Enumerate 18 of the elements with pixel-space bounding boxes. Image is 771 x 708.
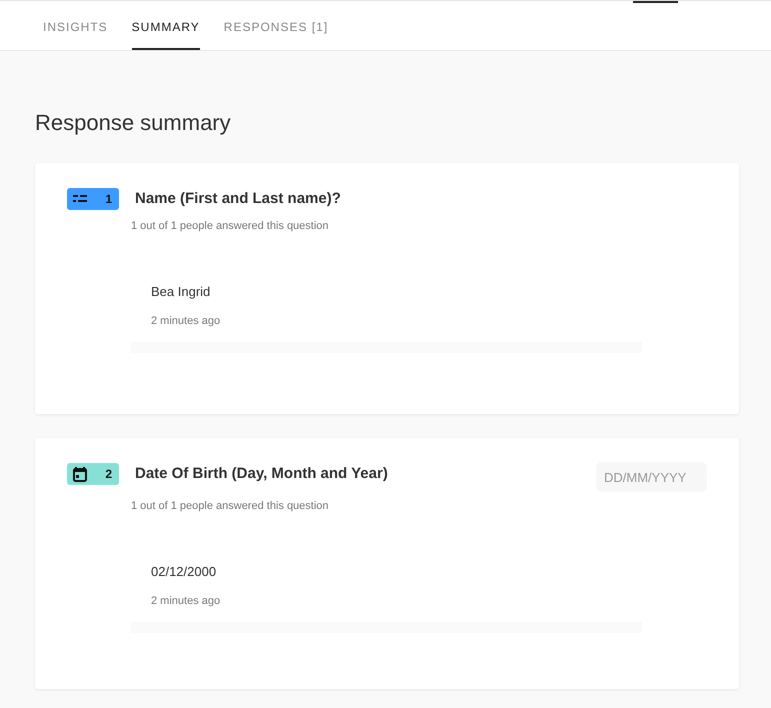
question-title: Name (First and Last name)? bbox=[135, 189, 342, 209]
answered-count: 1 out of 1 people answered this question bbox=[131, 499, 330, 514]
answered-count: 1 out of 1 people answered this question bbox=[131, 219, 330, 234]
tab[interactable]: RESPONSES [1] bbox=[224, 3, 328, 50]
answer-time: 2 minutes ago bbox=[151, 314, 222, 329]
date-input[interactable]: DD/MM/YYYY bbox=[596, 462, 707, 492]
answer-time: 2 minutes ago bbox=[151, 594, 222, 609]
tab[interactable]: INSIGHTS bbox=[43, 3, 108, 50]
question-number: 1 bbox=[105, 191, 112, 208]
question-number: 2 bbox=[105, 466, 112, 483]
tab[interactable]: SUMMARY bbox=[132, 3, 200, 50]
answer-text: 02/12/2000 bbox=[151, 562, 218, 580]
short-text-icon bbox=[73, 195, 87, 203]
question-title: Date Of Birth (Day, Month and Year) bbox=[135, 464, 389, 484]
calendar-icon bbox=[73, 466, 87, 482]
top-indicator bbox=[633, 1, 678, 3]
page-heading: Response summary bbox=[35, 109, 232, 137]
answer-text: Bea Ingrid bbox=[151, 282, 212, 301]
